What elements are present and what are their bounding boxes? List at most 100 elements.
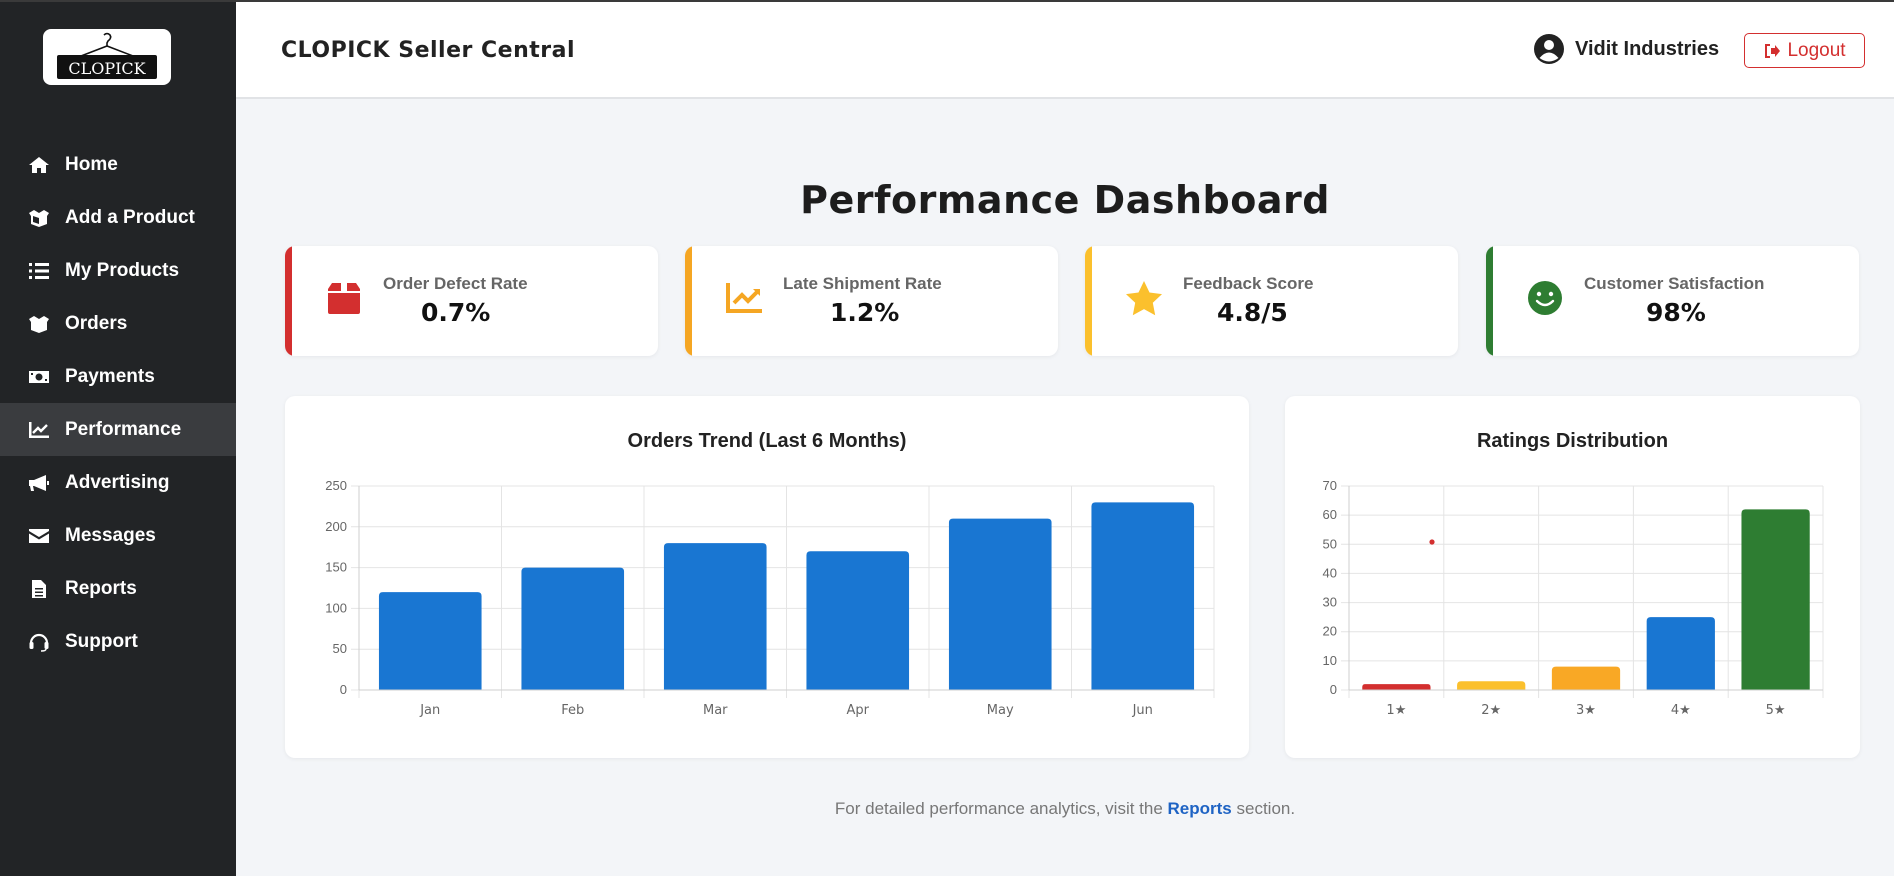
footer-text-end: section. <box>1231 799 1296 818</box>
chart-stray-point <box>1429 539 1435 545</box>
x-tick-label: May <box>987 703 1014 718</box>
ratings-distribution-card: Ratings Distribution 0 10 20 30 40 50 60 70 1★ 2★… <box>1285 396 1860 758</box>
chart-bar <box>806 551 910 690</box>
user-name: Vidit Industries <box>1575 37 1720 60</box>
sidebar-item-my-products[interactable]: My Products <box>0 244 236 297</box>
y-tick-label: 10 <box>1323 653 1337 668</box>
sidebar-item-label: Advertising <box>65 471 170 493</box>
x-tick-label: 2★ <box>1481 703 1501 718</box>
kpi-card-late-shipment-rate: Late Shipment Rate 1.2% <box>685 246 1058 356</box>
chart-bar <box>1457 681 1526 690</box>
footer-text: For detailed performance analytics, visi… <box>834 799 1168 818</box>
kpi-value: 1.2% <box>830 298 900 327</box>
envelope-icon <box>28 526 52 546</box>
chart-bar <box>663 543 767 690</box>
kpi-label: Feedback Score <box>1183 274 1314 293</box>
box-icon <box>324 278 364 318</box>
orders-trend-chart: 0 50 100 150 200 250 Jan Feb Mar Apr May Jun <box>325 478 1215 718</box>
footer-note: For detailed performance analytics, visi… <box>236 799 1894 819</box>
smile-icon <box>1525 278 1565 318</box>
kpi-label: Customer Satisfaction <box>1584 274 1765 293</box>
kpi-accent-bar <box>1486 246 1493 356</box>
chart-line-icon <box>28 420 52 440</box>
chart-bar <box>1551 666 1621 690</box>
sidebar-item-payments[interactable]: Payments <box>0 350 236 403</box>
y-tick-label: 40 <box>1323 565 1337 580</box>
kpi-value: 98% <box>1646 298 1706 327</box>
sidebar-item-label: Payments <box>65 365 155 387</box>
x-tick-label: 3★ <box>1576 703 1596 718</box>
sidebar-item-label: Home <box>65 153 118 175</box>
logo[interactable]: CLOPICK <box>43 29 171 85</box>
kpi-label: Late Shipment Rate <box>783 274 942 293</box>
y-tick-label: 0 <box>340 682 347 697</box>
sidebar-item-label: Support <box>65 630 138 652</box>
logout-label: Logout <box>1787 39 1846 61</box>
reports-link[interactable]: Reports <box>1168 799 1232 818</box>
brand-title: CLOPICK Seller Central <box>281 38 576 63</box>
sign-out-icon <box>1765 43 1781 58</box>
home-icon <box>28 155 52 175</box>
page-title: Performance Dashboard <box>800 178 1330 222</box>
x-tick-label: 5★ <box>1766 703 1786 718</box>
x-tick-label: Mar <box>703 703 728 718</box>
y-tick-label: 50 <box>1323 536 1337 551</box>
star-icon <box>1124 278 1164 318</box>
y-tick-label: 100 <box>325 600 347 615</box>
y-tick-label: 20 <box>1323 624 1337 639</box>
y-tick-label: 50 <box>333 641 347 656</box>
sidebar-item-add-product[interactable]: Add a Product <box>0 191 236 244</box>
kpi-card-customer-satisfaction: Customer Satisfaction 98% <box>1486 246 1859 356</box>
user-avatar-icon <box>1534 34 1564 64</box>
y-tick-label: 250 <box>325 478 347 493</box>
orders-trend-card: Orders Trend (Last 6 Months) 0 50 100 150 20… <box>285 396 1249 758</box>
list-icon <box>28 261 52 281</box>
y-tick-label: 60 <box>1323 507 1337 522</box>
x-tick-label: Apr <box>847 703 870 718</box>
kpi-card-order-defect-rate: Order Defect Rate 0.7% <box>285 246 658 356</box>
kpi-accent-bar <box>1085 246 1092 356</box>
sidebar-item-orders[interactable]: Orders <box>0 297 236 350</box>
chart-bar <box>1646 617 1715 690</box>
logout-button[interactable]: Logout <box>1744 33 1865 68</box>
megaphone-icon <box>28 473 52 493</box>
chart-bar <box>378 592 482 690</box>
y-tick-label: 0 <box>1330 682 1337 697</box>
sidebar-item-advertising[interactable]: Advertising <box>0 456 236 509</box>
sidebar-item-label: Add a Product <box>65 206 195 228</box>
logo-text: CLOPICK <box>68 59 146 78</box>
sidebar-nav: Home Add a Product My Products Orders Pa… <box>0 138 236 668</box>
sidebar-item-label: My Products <box>65 259 180 281</box>
kpi-accent-bar <box>685 246 692 356</box>
sidebar-item-support[interactable]: Support <box>0 615 236 668</box>
y-tick-label: 200 <box>325 519 347 534</box>
sidebar-item-messages[interactable]: Messages <box>0 509 236 562</box>
box-open-icon <box>28 208 52 228</box>
x-tick-label: Jun <box>1132 703 1153 718</box>
kpi-card-feedback-score: Feedback Score 4.8/5 <box>1085 246 1458 356</box>
money-bill-icon <box>28 367 52 387</box>
file-icon <box>28 579 52 599</box>
x-tick-label: 1★ <box>1386 703 1406 718</box>
y-tick-label: 70 <box>1323 478 1337 493</box>
x-tick-label: Jan <box>419 703 440 718</box>
sidebar-item-performance[interactable]: Performance <box>0 403 236 456</box>
sidebar: CLOPICK Home Add a Product My Products O… <box>0 0 236 876</box>
chart-line-icon <box>724 278 764 318</box>
chart-bar <box>1362 684 1431 690</box>
kpi-value: 4.8/5 <box>1217 298 1288 327</box>
sidebar-item-label: Performance <box>65 418 182 440</box>
sidebar-item-label: Messages <box>65 524 156 546</box>
y-tick-label: 30 <box>1323 595 1337 610</box>
headset-icon <box>28 632 52 652</box>
user-profile[interactable]: Vidit Industries <box>1533 33 1719 65</box>
sidebar-item-home[interactable]: Home <box>0 138 236 191</box>
x-tick-label: 4★ <box>1671 703 1691 718</box>
box-icon <box>28 314 52 334</box>
kpi-value: 0.7% <box>421 298 491 327</box>
chart-bar <box>1741 509 1810 690</box>
sidebar-item-reports[interactable]: Reports <box>0 562 236 615</box>
x-tick-label: Feb <box>561 703 584 718</box>
top-border <box>0 0 1894 2</box>
kpi-label: Order Defect Rate <box>383 274 528 293</box>
